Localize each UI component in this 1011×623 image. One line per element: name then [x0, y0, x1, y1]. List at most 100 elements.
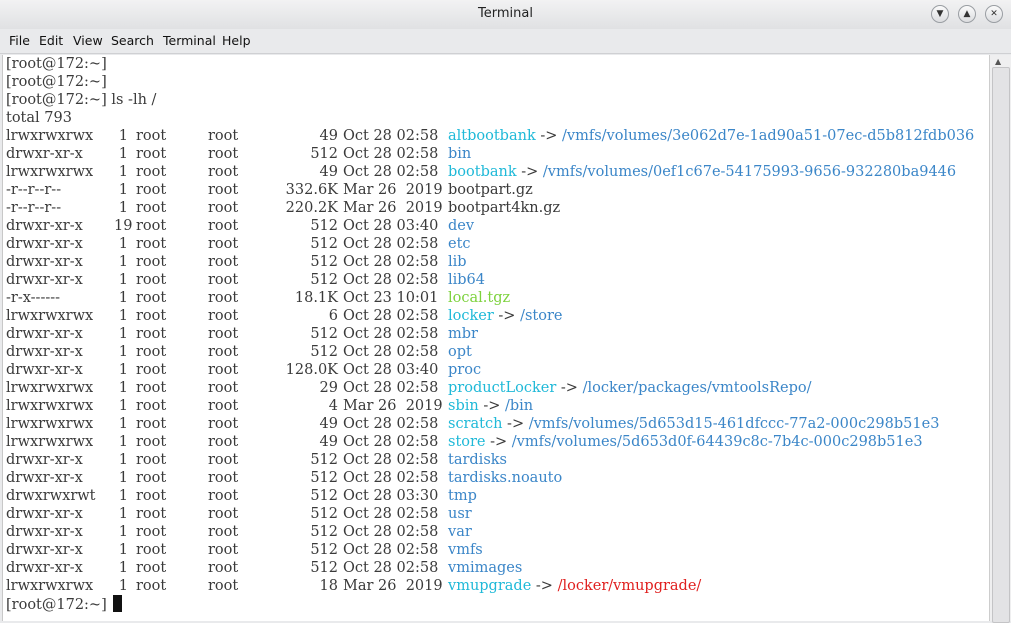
- links-cell: 1: [118, 146, 128, 162]
- links-cell: 1: [118, 344, 128, 360]
- group-cell: root: [208, 506, 239, 522]
- symlink-target: /bin: [504, 398, 534, 414]
- filename: mbr: [448, 326, 478, 342]
- filename: opt: [448, 344, 472, 360]
- terminal-output[interactable]: [root@172:~] [root@172:~] [root@172:~] l…: [2, 55, 990, 621]
- date-cell: Mar 26 2019: [343, 398, 443, 414]
- filename-cell: opt: [448, 343, 472, 361]
- owner-cell: root: [136, 452, 167, 468]
- owner-cell: root: [136, 398, 167, 414]
- filename-cell: tmp: [448, 487, 477, 505]
- scroll-up-icon[interactable]: ▲: [995, 57, 1001, 66]
- owner-cell: root: [136, 380, 167, 396]
- group-cell: root: [208, 344, 239, 360]
- owner-cell: root: [136, 218, 167, 234]
- size-cell: 18: [319, 578, 338, 594]
- filename: bin: [448, 146, 472, 162]
- owner-cell: root: [136, 434, 167, 450]
- size-cell: 6: [328, 308, 338, 324]
- date-cell: Oct 28 02:58: [343, 560, 439, 576]
- date-cell: Oct 28 02:58: [343, 308, 439, 324]
- owner-cell: root: [136, 164, 167, 180]
- group-cell: root: [208, 524, 239, 540]
- date-cell: Oct 28 02:58: [343, 236, 439, 252]
- links-cell: 1: [118, 200, 128, 216]
- size-cell: 512: [310, 506, 338, 522]
- links-cell: 1: [118, 452, 128, 468]
- filename-cell: local.tgz: [448, 289, 510, 307]
- menu-edit[interactable]: Edit: [39, 33, 63, 48]
- filename-cell: productLocker -> /locker/packages/vmtool…: [448, 379, 812, 397]
- group-cell: root: [208, 308, 239, 324]
- permissions-cell: lrwxrwxrwx: [6, 128, 94, 144]
- scrollbar-thumb[interactable]: [992, 67, 1010, 623]
- links-cell: 1: [118, 578, 128, 594]
- date-cell: Mar 26 2019: [343, 578, 443, 594]
- date-cell: Oct 28 02:58: [343, 452, 439, 468]
- date-cell: Oct 28 02:58: [343, 416, 439, 432]
- links-cell: 1: [118, 470, 128, 486]
- window-titlebar[interactable]: Terminal ▼ ▲ ✕: [0, 0, 1011, 29]
- links-cell: 1: [118, 128, 128, 144]
- size-cell: 49: [319, 434, 338, 450]
- text-cursor: [112, 595, 122, 612]
- group-cell: root: [208, 434, 239, 450]
- filename-cell: bootbank -> /vmfs/volumes/0ef1c67e-54175…: [448, 163, 956, 181]
- maximize-button[interactable]: ▲: [958, 5, 976, 23]
- symlink-arrow: ->: [490, 434, 508, 450]
- date-cell: Oct 28 02:58: [343, 524, 439, 540]
- group-cell: root: [208, 200, 239, 216]
- active-prompt-line[interactable]: [root@172:~]: [6, 595, 122, 613]
- filename: bootbank: [448, 164, 517, 180]
- group-cell: root: [208, 398, 239, 414]
- filename: proc: [448, 362, 482, 378]
- menu-view[interactable]: View: [73, 33, 103, 48]
- owner-cell: root: [136, 578, 167, 594]
- owner-cell: root: [136, 326, 167, 342]
- permissions-cell: lrwxrwxrwx: [6, 398, 94, 414]
- menu-file[interactable]: File: [9, 33, 30, 48]
- group-cell: root: [208, 578, 239, 594]
- filename-cell: lib: [448, 253, 467, 271]
- filename: productLocker: [448, 380, 557, 396]
- permissions-cell: drwxr-xr-x: [6, 326, 83, 342]
- filename-cell: vmfs: [448, 541, 483, 559]
- group-cell: root: [208, 236, 239, 252]
- links-cell: 1: [118, 362, 128, 378]
- owner-cell: root: [136, 362, 167, 378]
- filename: tardisks: [448, 452, 507, 468]
- links-cell: 1: [118, 308, 128, 324]
- filename-cell: tardisks: [448, 451, 507, 469]
- minimize-button[interactable]: ▼: [931, 5, 949, 23]
- filename: sbin: [448, 398, 479, 414]
- menu-terminal[interactable]: Terminal: [163, 33, 216, 48]
- permissions-cell: lrwxrwxrwx: [6, 164, 94, 180]
- size-cell: 512: [310, 254, 338, 270]
- permissions-cell: -r-x------: [6, 290, 61, 306]
- filename-cell: mbr: [448, 325, 478, 343]
- filename-cell: usr: [448, 505, 472, 523]
- menu-search[interactable]: Search: [111, 33, 154, 48]
- group-cell: root: [208, 380, 239, 396]
- size-cell: 220.2K: [285, 200, 338, 216]
- close-button[interactable]: ✕: [985, 5, 1003, 23]
- permissions-cell: drwxr-xr-x: [6, 146, 83, 162]
- date-cell: Oct 23 10:01: [343, 290, 439, 306]
- group-cell: root: [208, 560, 239, 576]
- filename-cell: bootpart.gz: [448, 181, 533, 199]
- symlink-arrow: ->: [560, 380, 578, 396]
- date-cell: Oct 28 02:58: [343, 542, 439, 558]
- date-cell: Oct 28 02:58: [343, 146, 439, 162]
- vertical-scrollbar[interactable]: ▲: [989, 55, 1011, 623]
- date-cell: Oct 28 02:58: [343, 254, 439, 270]
- filename-cell: scratch -> /vmfs/volumes/5d653d15-461dfc…: [448, 415, 939, 433]
- links-cell: 1: [118, 524, 128, 540]
- owner-cell: root: [136, 560, 167, 576]
- filename: locker: [448, 308, 494, 324]
- menu-help[interactable]: Help: [222, 33, 251, 48]
- filename-cell: sbin -> /bin: [448, 397, 533, 415]
- date-cell: Oct 28 03:30: [343, 488, 439, 504]
- symlink-target: /locker/packages/vmtoolsRepo/: [582, 380, 812, 396]
- filename: vmimages: [448, 560, 523, 576]
- filename: var: [448, 524, 472, 540]
